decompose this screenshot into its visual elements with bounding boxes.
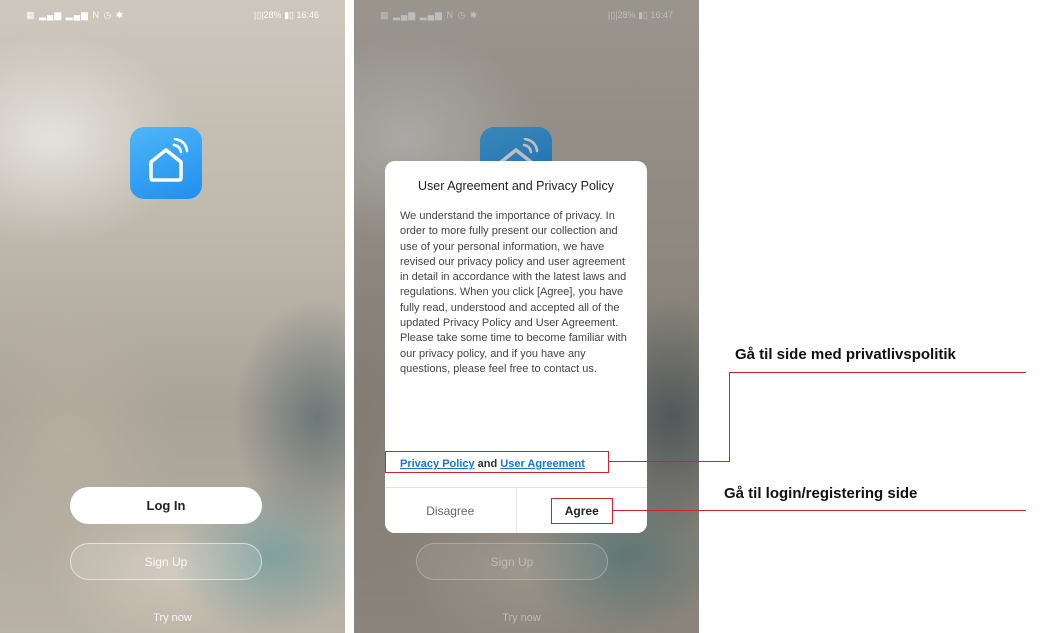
status-bar: ▦ ▂▄▆ ▂▄▆ N ◷ ✱ |▯|28% ▮▯ 16:46	[0, 0, 345, 30]
privacy-policy-dialog: User Agreement and Privacy Policy We und…	[385, 161, 647, 533]
status-indicators: ▦ ▂▄▆ ▂▄▆ N ◷ ✱	[26, 9, 125, 20]
annotation-privacy: Gå til side med privatlivspolitik	[735, 346, 956, 363]
login-button[interactable]: Log In	[70, 487, 262, 524]
highlight-agree-button	[551, 498, 613, 524]
highlight-privacy-links	[385, 451, 609, 473]
disagree-button[interactable]: Disagree	[385, 488, 517, 533]
dialog-title: User Agreement and Privacy Policy	[418, 179, 614, 193]
dialog-body-text: We understand the importance of privacy.…	[400, 210, 627, 375]
status-time-battery: |▯|28% ▮▯ 16:46	[253, 9, 319, 20]
callout-line-privacy-vertical	[729, 372, 730, 462]
try-now-link[interactable]: Try now	[0, 612, 345, 624]
callout-line-privacy	[609, 461, 729, 462]
annotation-login: Gå til login/registering side	[724, 485, 918, 502]
callout-line-agree	[613, 510, 1026, 511]
callout-line-privacy-top	[729, 372, 1026, 373]
phone-screen-privacy-dialog: ▦ ▂▄▆ ▂▄▆ N ◷ ✱ |▯|28% ▮▯ 16:47 Sign Up …	[354, 0, 699, 633]
signup-button[interactable]: Sign Up	[70, 543, 262, 580]
phone-screen-welcome: ▦ ▂▄▆ ▂▄▆ N ◷ ✱ |▯|28% ▮▯ 16:46 Log In S…	[0, 0, 345, 633]
smart-home-icon	[130, 127, 202, 199]
